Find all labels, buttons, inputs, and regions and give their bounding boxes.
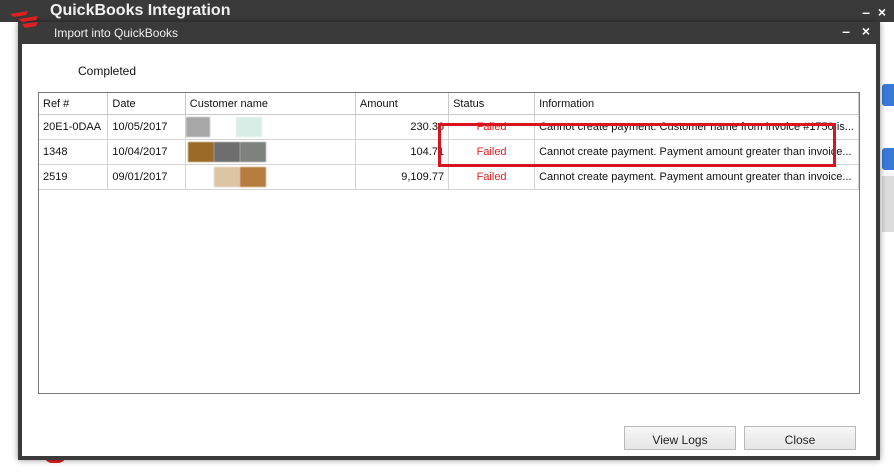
parent-titlebar: QuickBooks Integration – × bbox=[0, 0, 894, 22]
column-header-ref[interactable]: Ref # bbox=[39, 93, 109, 115]
cell-date: 10/04/2017 bbox=[107, 139, 186, 165]
redaction-block bbox=[213, 167, 240, 187]
app-logo-icon bbox=[10, 11, 38, 28]
table-row[interactable]: 1348 10/04/2017 104.71 Failed Cannot cre… bbox=[39, 139, 859, 165]
parent-side-panel bbox=[882, 176, 894, 232]
redaction-block bbox=[235, 117, 262, 137]
table-header-row: Ref # Date Customer name Amount Status I… bbox=[39, 93, 859, 115]
cell-information: Cannot create payment. Payment amount gr… bbox=[534, 139, 859, 165]
results-table: Ref # Date Customer name Amount Status I… bbox=[38, 92, 860, 394]
cell-customer-redacted bbox=[185, 114, 356, 140]
close-button[interactable]: Close bbox=[744, 426, 856, 450]
column-header-date[interactable]: Date bbox=[107, 93, 186, 115]
view-logs-button[interactable]: View Logs bbox=[624, 426, 736, 450]
cell-information: Cannot create payment. Customer name fro… bbox=[534, 114, 859, 140]
column-header-status[interactable]: Status bbox=[448, 93, 536, 115]
parent-side-button[interactable] bbox=[882, 148, 894, 170]
cell-date: 10/05/2017 bbox=[107, 114, 186, 140]
parent-side-button[interactable] bbox=[882, 84, 894, 106]
column-header-customer[interactable]: Customer name bbox=[185, 93, 356, 115]
dialog-close-button[interactable]: × bbox=[862, 23, 870, 39]
cell-ref: 2519 bbox=[39, 164, 109, 190]
import-dialog: Import into QuickBooks – × Completed Ref… bbox=[18, 22, 880, 460]
import-status-label: Completed bbox=[78, 64, 137, 78]
cell-date: 09/01/2017 bbox=[107, 164, 186, 190]
parent-minimize-button[interactable]: – bbox=[862, 4, 870, 20]
redaction-block bbox=[213, 142, 240, 162]
cell-amount: 230.36 bbox=[355, 114, 450, 140]
cell-amount: 104.71 bbox=[355, 139, 450, 165]
cell-customer-redacted bbox=[185, 164, 356, 190]
column-header-amount[interactable]: Amount bbox=[355, 93, 450, 115]
cell-status: Failed bbox=[448, 164, 536, 190]
cell-amount: 9,109.77 bbox=[355, 164, 450, 190]
table-row[interactable]: 2519 09/01/2017 9,109.77 Failed Cannot c… bbox=[39, 164, 859, 190]
cell-information: Cannot create payment. Payment amount gr… bbox=[534, 164, 859, 190]
redaction-block bbox=[187, 142, 214, 162]
cell-status: Failed bbox=[448, 114, 536, 140]
parent-close-button[interactable]: × bbox=[878, 4, 886, 20]
dialog-titlebar: Import into QuickBooks – × bbox=[18, 22, 880, 44]
dialog-title: Import into QuickBooks bbox=[54, 26, 179, 40]
cell-ref: 20E1-0DAA bbox=[39, 114, 109, 140]
column-header-information[interactable]: Information bbox=[534, 93, 859, 115]
redaction-block bbox=[185, 117, 210, 137]
redaction-block bbox=[239, 167, 266, 187]
parent-window-title: QuickBooks Integration bbox=[50, 2, 231, 19]
dialog-body: Completed Ref # Date Customer name Amoun… bbox=[22, 44, 876, 456]
cell-ref: 1348 bbox=[39, 139, 109, 165]
cell-customer-redacted bbox=[185, 139, 356, 165]
cell-status: Failed bbox=[448, 139, 536, 165]
redaction-block bbox=[239, 142, 266, 162]
table-row[interactable]: 20E1-0DAA 10/05/2017 230.36 Failed Canno… bbox=[39, 114, 859, 140]
dialog-minimize-button[interactable]: – bbox=[842, 23, 850, 39]
